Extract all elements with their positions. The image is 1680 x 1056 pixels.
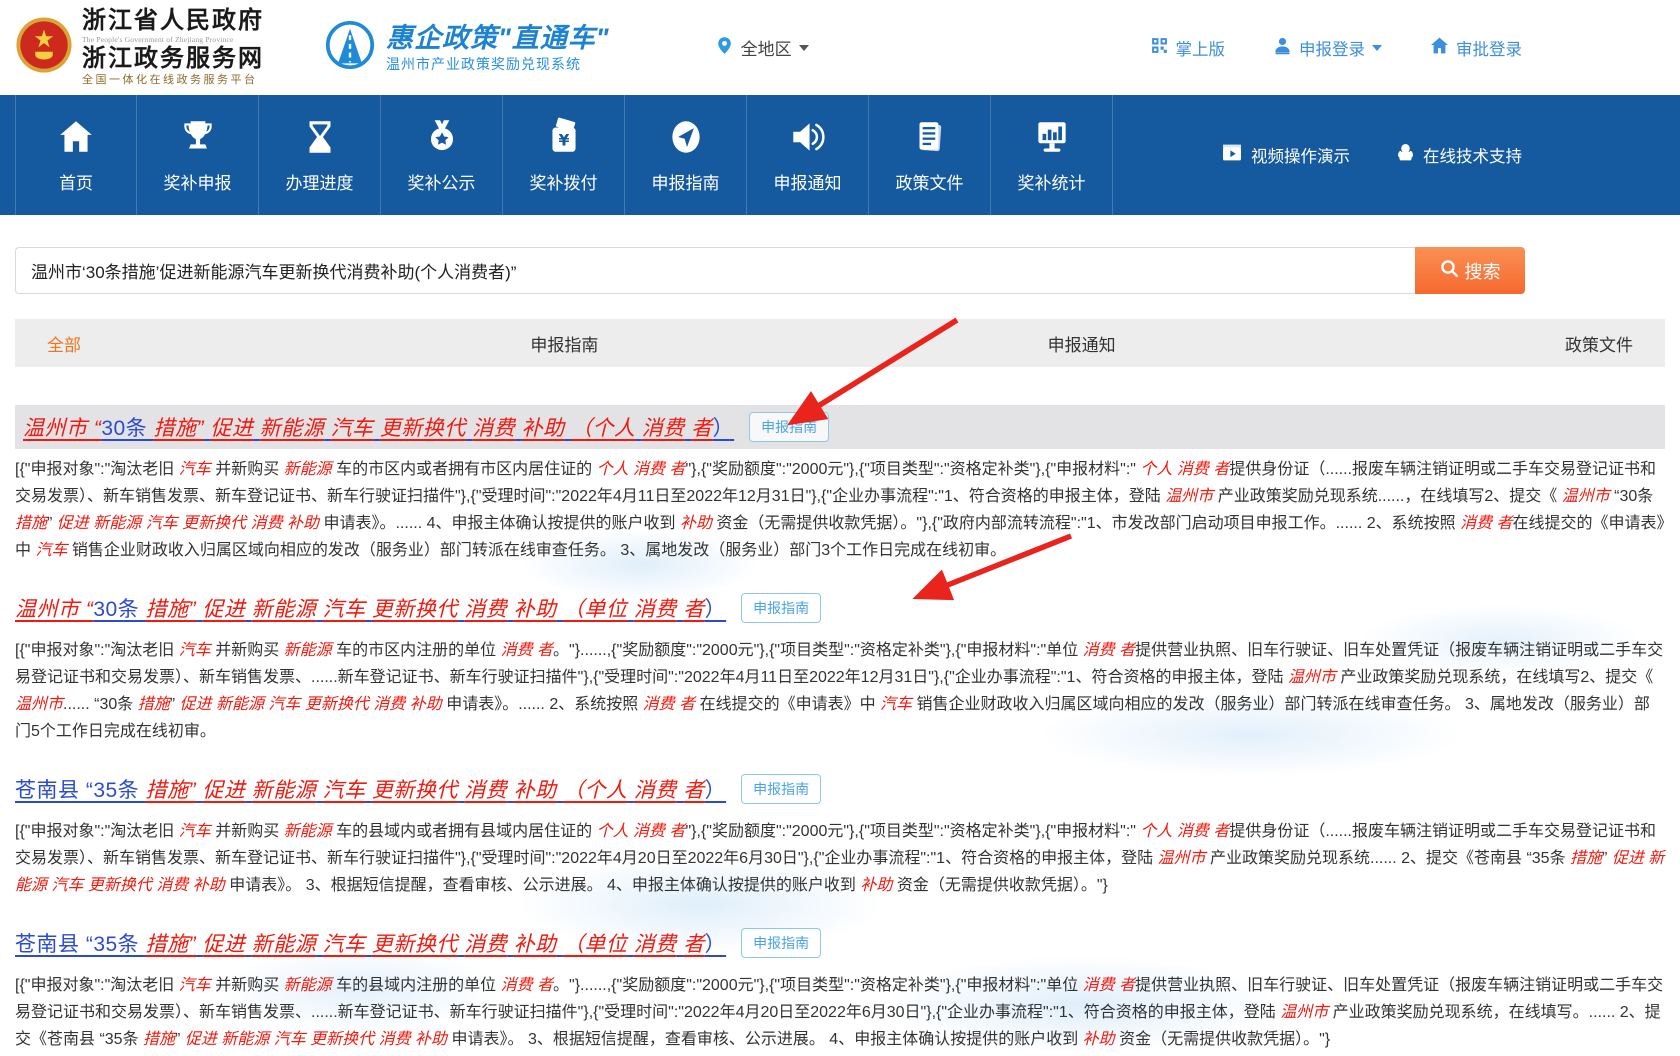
region-label: 全地区 bbox=[741, 35, 792, 60]
nav-label: 政策文件 bbox=[896, 169, 964, 194]
region-selector[interactable]: 全地区 bbox=[715, 35, 809, 60]
result-title-link[interactable]: 温州市 “30条 措施” 促进 新能源 汽车 更新换代 消费 补助 （单位 消费… bbox=[15, 593, 726, 623]
gov-text-block: 浙江省人民政府 The People's Government of Zheji… bbox=[82, 9, 264, 87]
result-snippet: [{"申报对象":"淘汰老旧 汽车 并新购买 新能源 车的市区内注册的单位 消费… bbox=[15, 637, 1665, 745]
search-button-label: 搜索 bbox=[1465, 258, 1501, 284]
result-title-row: 苍南县 “35条 措施” 促进 新能源 汽车 更新换代 消费 补助 （单位 消费… bbox=[15, 921, 1665, 965]
nav-item-award-publicity[interactable]: 奖补公示 bbox=[381, 95, 503, 215]
search-icon bbox=[1440, 259, 1459, 283]
search-result-3: 苍南县 “35条 措施” 促进 新能源 汽车 更新换代 消费 补助 （个人 消费… bbox=[15, 767, 1665, 899]
gov-logo: 浙江省人民政府 The People's Government of Zheji… bbox=[15, 9, 264, 87]
nav-item-progress[interactable]: 办理进度 bbox=[259, 95, 381, 215]
gov-name: 浙江省人民政府 bbox=[82, 9, 264, 34]
result-snippet: [{"申报对象":"淘汰老旧 汽车 并新购买 新能源 车的县域内注册的单位 消费… bbox=[15, 972, 1665, 1053]
location-pin-icon bbox=[715, 36, 734, 60]
nav-item-award-payment[interactable]: ¥ 奖补拨付 bbox=[503, 95, 625, 215]
site-header: 浙江省人民政府 The People's Government of Zheji… bbox=[0, 0, 1680, 95]
main-nav: 首页 奖补申报 办理进度 奖补公示 ¥ 奖补拨付 bbox=[0, 95, 1680, 215]
approve-login-link[interactable]: 审批登录 bbox=[1430, 36, 1522, 60]
search-result-4: 苍南县 “35条 措施” 促进 新能源 汽车 更新换代 消费 补助 （单位 消费… bbox=[15, 921, 1665, 1053]
tech-support-label: 在线技术支持 bbox=[1423, 143, 1522, 167]
result-title-link[interactable]: 苍南县 “35条 措施” 促进 新能源 汽车 更新换代 消费 补助 （个人 消费… bbox=[15, 774, 726, 804]
page: 浙江省人民政府 The People's Government of Zheji… bbox=[0, 0, 1680, 1056]
result-snippet: [{"申报对象":"淘汰老旧 汽车 并新购买 新能源 车的市区内或者拥有市区内居… bbox=[15, 456, 1665, 564]
nav-label: 奖补拨付 bbox=[530, 169, 598, 194]
result-title-link[interactable]: 苍南县 “35条 措施” 促进 新能源 汽车 更新换代 消费 补助 （单位 消费… bbox=[15, 928, 726, 958]
search-button[interactable]: 搜索 bbox=[1415, 247, 1525, 294]
trophy-icon bbox=[177, 116, 219, 158]
app-title: 惠企政策"直通车" bbox=[386, 23, 610, 54]
result-title-row: 苍南县 “35条 措施” 促进 新能源 汽车 更新换代 消费 补助 （个人 消费… bbox=[15, 767, 1665, 811]
mobile-version-label: 掌上版 bbox=[1176, 36, 1226, 60]
nav-label: 奖补统计 bbox=[1018, 169, 1086, 194]
result-title-row: 温州市 “30条 措施” 促进 新能源 汽车 更新换代 消费 补助 （个人 消费… bbox=[15, 405, 1665, 449]
declare-login-label: 申报登录 bbox=[1299, 36, 1365, 60]
video-demo-link[interactable]: 视频操作演示 bbox=[1221, 143, 1350, 167]
nav-label: 首页 bbox=[59, 169, 93, 194]
tab-declare-notice[interactable]: 申报通知 bbox=[1048, 331, 1116, 356]
result-title-link[interactable]: 温州市 “30条 措施” 促进 新能源 汽车 更新换代 消费 补助 （个人 消费… bbox=[23, 412, 734, 442]
bar-chart-icon bbox=[1031, 116, 1073, 158]
chevron-down-icon bbox=[1372, 45, 1382, 51]
chevron-down-icon bbox=[799, 45, 809, 51]
result-filter-tabs: 全部 申报指南 申报通知 政策文件 bbox=[15, 319, 1665, 367]
search-results: 温州市 “30条 措施” 促进 新能源 汽车 更新换代 消费 补助 （个人 消费… bbox=[15, 405, 1665, 1053]
result-snippet: [{"申报对象":"淘汰老旧 汽车 并新购买 新能源 车的县域内或者拥有县域内居… bbox=[15, 818, 1665, 899]
compass-arrow-icon bbox=[665, 116, 707, 158]
nav-label: 办理进度 bbox=[286, 169, 354, 194]
nav-label: 申报通知 bbox=[774, 169, 842, 194]
nav-item-declare-notice[interactable]: 申报通知 bbox=[747, 95, 869, 215]
tech-support-link[interactable]: 在线技术支持 bbox=[1396, 143, 1522, 167]
search-result-1: 温州市 “30条 措施” 促进 新能源 汽车 更新换代 消费 补助 （个人 消费… bbox=[15, 405, 1665, 564]
result-tag-badge[interactable]: 申报指南 bbox=[741, 774, 821, 804]
result-title-row: 温州市 “30条 措施” 促进 新能源 汽车 更新换代 消费 补助 （单位 消费… bbox=[15, 586, 1665, 630]
national-emblem-icon bbox=[15, 16, 73, 79]
main-content: 搜索 全部 申报指南 申报通知 政策文件 温州市 “30条 措施” 促进 新能源… bbox=[0, 247, 1680, 1053]
medal-icon bbox=[421, 116, 463, 158]
home-icon bbox=[1430, 36, 1449, 60]
qr-code-icon bbox=[1150, 36, 1169, 60]
app-logo-icon bbox=[324, 19, 376, 76]
nav-item-declare-guide[interactable]: 申报指南 bbox=[625, 95, 747, 215]
search-input[interactable] bbox=[15, 247, 1415, 294]
mobile-version-link[interactable]: 掌上版 bbox=[1150, 36, 1226, 60]
nav-item-award-apply[interactable]: 奖补申报 bbox=[137, 95, 259, 215]
hourglass-icon bbox=[299, 116, 341, 158]
nav-label: 奖补公示 bbox=[408, 169, 476, 194]
result-tag-badge[interactable]: 申报指南 bbox=[741, 593, 821, 623]
declare-login-link[interactable]: 申报登录 bbox=[1273, 36, 1382, 60]
nav-label: 申报指南 bbox=[652, 169, 720, 194]
gov-platform-line: 全国一体化在线政务服务平台 bbox=[82, 75, 264, 87]
video-demo-label: 视频操作演示 bbox=[1251, 143, 1350, 167]
app-logo: 惠企政策"直通车" 温州市产业政策奖励兑现系统 bbox=[324, 19, 610, 76]
app-subtitle: 温州市产业政策奖励兑现系统 bbox=[386, 56, 610, 72]
document-icon bbox=[909, 116, 951, 158]
result-tag-badge[interactable]: 申报指南 bbox=[741, 928, 821, 958]
speaker-icon bbox=[787, 116, 829, 158]
svg-text:¥: ¥ bbox=[558, 130, 569, 149]
gov-name-en: The People's Government of Zhejiang Prov… bbox=[82, 36, 264, 44]
nav-item-award-statistics[interactable]: 奖补统计 bbox=[991, 95, 1113, 215]
nav-item-policy-files[interactable]: 政策文件 bbox=[869, 95, 991, 215]
tab-policy-files[interactable]: 政策文件 bbox=[1565, 331, 1633, 356]
nav-right-links: 视频操作演示 在线技术支持 bbox=[1221, 95, 1522, 215]
user-icon bbox=[1273, 36, 1292, 60]
search-result-2: 温州市 “30条 措施” 促进 新能源 汽车 更新换代 消费 补助 （单位 消费… bbox=[15, 586, 1665, 745]
video-icon bbox=[1221, 143, 1243, 167]
approve-login-label: 审批登录 bbox=[1456, 36, 1522, 60]
qq-penguin-icon bbox=[1396, 143, 1415, 167]
tab-all[interactable]: 全部 bbox=[47, 331, 81, 356]
home-icon bbox=[55, 116, 97, 158]
nav-item-home[interactable]: 首页 bbox=[15, 95, 137, 215]
gov-site-name: 浙江政务服务网 bbox=[82, 47, 264, 72]
header-links: 掌上版 申报登录 审批登录 bbox=[1150, 36, 1523, 60]
nav-label: 奖补申报 bbox=[164, 169, 232, 194]
result-tag-badge[interactable]: 申报指南 bbox=[749, 412, 829, 442]
search-bar: 搜索 bbox=[15, 247, 1665, 294]
money-bag-icon: ¥ bbox=[543, 116, 585, 158]
tab-declare-guide[interactable]: 申报指南 bbox=[530, 331, 598, 356]
